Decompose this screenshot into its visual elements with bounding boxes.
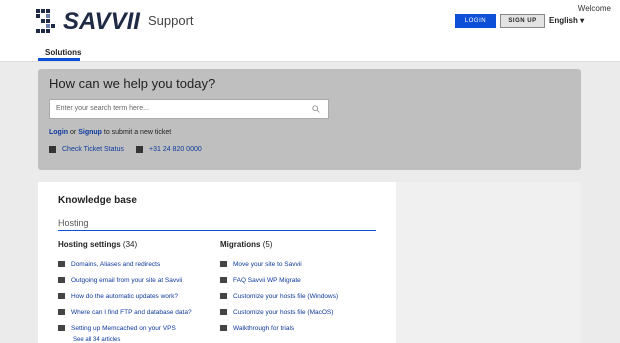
folder-migrations: Migrations (5) Move your site to Savvii … [220, 240, 338, 336]
kb-title: Knowledge base [58, 195, 137, 206]
see-all-link[interactable]: See all 34 articles [73, 337, 192, 343]
phone-link[interactable]: +31 24 820 0000 [136, 146, 202, 153]
portal-name: Support [148, 13, 194, 28]
article-link[interactable]: Where can I find FTP and database data? [58, 304, 192, 320]
folder-heading[interactable]: Hosting settings (34) [58, 240, 192, 249]
login-link[interactable]: Login [49, 129, 68, 136]
article-title: Domains, Aliases and redirects [71, 260, 161, 268]
article-title: Where can I find FTP and database data? [71, 308, 192, 316]
phone-number: +31 24 820 0000 [149, 146, 202, 153]
chevron-down-icon: ▾ [580, 16, 585, 25]
article-title: Walkthrough for trials [233, 324, 295, 332]
article-link[interactable]: Outgoing email from your site at Savvii [58, 272, 192, 288]
logo-mark-icon [36, 9, 60, 35]
article-icon [58, 309, 65, 315]
folder-name: Migrations [220, 240, 261, 249]
article-link[interactable]: Move your site to Savvii [220, 256, 338, 272]
signup-button[interactable]: SIGN UP [500, 14, 545, 28]
tab-solutions[interactable]: Solutions [45, 48, 81, 57]
article-title: Outgoing email from your site at Savvii [71, 276, 183, 284]
language-selector[interactable]: English ▾ [549, 16, 584, 25]
article-icon [58, 261, 65, 267]
article-title: Move your site to Savvii [233, 260, 302, 268]
article-icon [220, 261, 227, 267]
folder-count: (34) [122, 240, 138, 249]
kb-category[interactable]: Hosting [58, 218, 89, 228]
article-title: Customize your hosts file (Windows) [233, 292, 339, 300]
kb-divider [58, 230, 376, 231]
ticket-icon [49, 146, 56, 153]
help-heading: How can we help you today? [49, 76, 216, 91]
or-text: or [70, 129, 77, 136]
savvii-logo[interactable]: SAVVII [36, 8, 140, 36]
phone-icon [136, 146, 143, 153]
folder-count: (5) [262, 240, 273, 249]
sidebar-panel [396, 182, 581, 343]
article-title: Setting up Memcached on your VPS [71, 324, 176, 332]
article-icon [220, 293, 227, 299]
article-link[interactable]: Domains, Aliases and redirects [58, 256, 192, 272]
signup-link[interactable]: Signup [78, 129, 102, 136]
check-ticket-link[interactable]: Check Ticket Status [49, 146, 124, 153]
article-icon [58, 277, 65, 283]
article-link[interactable]: Setting up Memcached on your VPS [58, 320, 192, 336]
article-title: Customize your hosts file (MacOS) [233, 308, 334, 316]
submit-ticket-text: to submit a new ticket [103, 129, 172, 136]
knowledge-base: Knowledge base Hosting Hosting settings … [38, 182, 396, 343]
brand-name: SAVVII [63, 8, 140, 35]
article-icon [220, 325, 227, 331]
article-title: FAQ Savvii WP Migrate [233, 276, 301, 284]
help-banner: How can we help you today? Enter your se… [38, 69, 581, 170]
search-placeholder: Enter your search term here... [56, 105, 149, 112]
welcome-text: Welcome [577, 4, 611, 13]
search-icon[interactable] [312, 105, 320, 113]
active-tab-indicator [38, 58, 80, 61]
login-prompt: Login or Signup to submit a new ticket [49, 129, 171, 136]
folder-hosting-settings: Hosting settings (34) Domains, Aliases a… [58, 240, 192, 343]
search-input[interactable]: Enter your search term here... [49, 99, 329, 119]
article-link[interactable]: How do the automatic updates work? [58, 288, 192, 304]
article-link[interactable]: Customize your hosts file (Windows) [220, 288, 338, 304]
article-title: How do the automatic updates work? [71, 292, 178, 300]
article-icon [220, 309, 227, 315]
login-button[interactable]: LOGIN [455, 14, 496, 28]
language-label: English [549, 16, 578, 25]
article-link[interactable]: FAQ Savvii WP Migrate [220, 272, 338, 288]
folder-heading[interactable]: Migrations (5) [220, 240, 338, 249]
article-link[interactable]: Customize your hosts file (MacOS) [220, 304, 338, 320]
article-icon [58, 293, 65, 299]
site-header: SAVVII Support Welcome LOGIN SIGN UP Eng… [0, 0, 620, 62]
article-icon [220, 277, 227, 283]
article-link[interactable]: Walkthrough for trials [220, 320, 338, 336]
check-ticket-label: Check Ticket Status [62, 146, 124, 153]
article-icon [58, 325, 65, 331]
folder-name: Hosting settings [58, 240, 121, 249]
